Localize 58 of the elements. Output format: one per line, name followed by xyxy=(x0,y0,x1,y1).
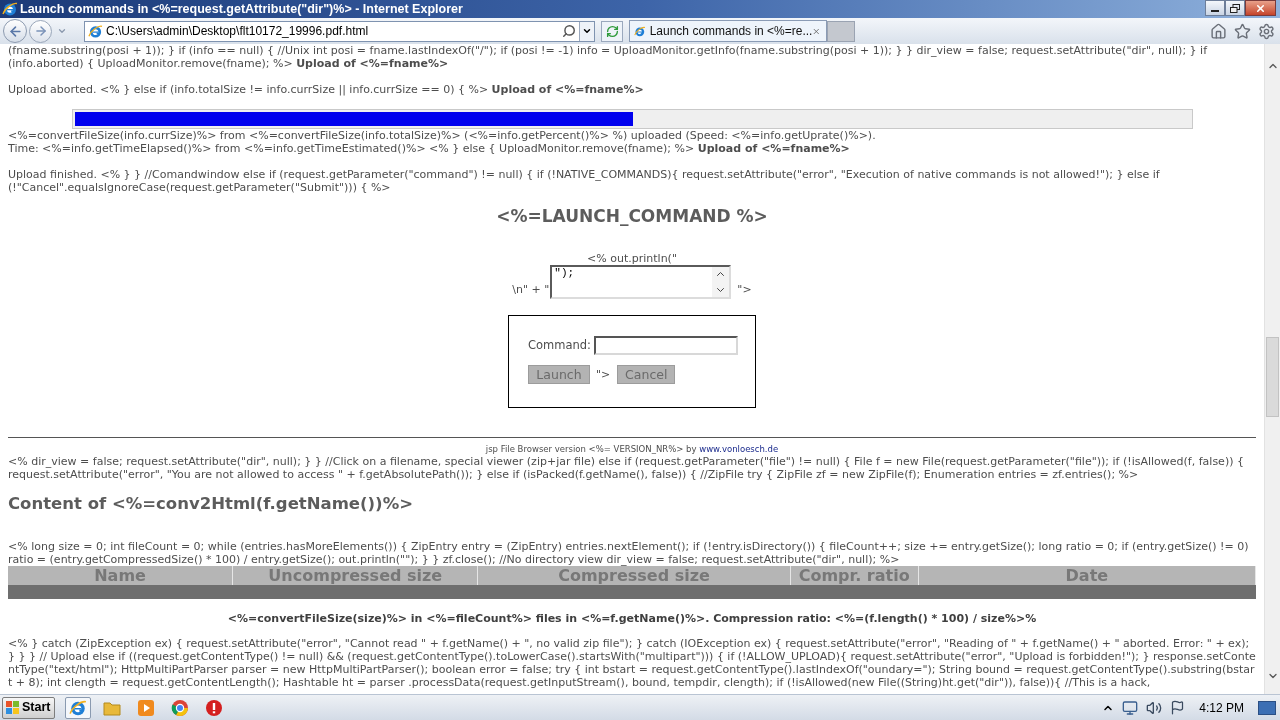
prompt-caption: <% out.println(" xyxy=(587,252,677,265)
forward-arrow-icon xyxy=(33,24,48,38)
address-dropdown-button[interactable] xyxy=(579,21,594,41)
history-caret-icon[interactable] xyxy=(57,26,67,36)
refresh-button[interactable] xyxy=(601,20,623,42)
close-button[interactable] xyxy=(1245,0,1276,16)
command-label: Command: xyxy=(528,339,591,352)
home-icon[interactable] xyxy=(1210,22,1227,40)
folder-icon xyxy=(103,699,121,716)
e-logo-icon xyxy=(2,1,18,17)
forward-button[interactable] xyxy=(29,19,52,43)
code-paragraph: Upload finished. <% } } //Comandwindow else if (request.getParameter("command") != null) { if (!NATIVE_COMMANDS){ request.setAttribute("error", "Execution of native commands is not allowed!"); } else if (!"Cancel".equalsIgnoreCase(request.getParameter("Submit"))) { %> xyxy=(8,168,1161,194)
settings-icon[interactable] xyxy=(1258,22,1275,40)
footer-link[interactable]: www.vonloesch.de xyxy=(699,444,779,454)
prompt-suffix: "> xyxy=(737,283,752,296)
form-separator-text: "> xyxy=(596,368,611,381)
page-e-icon xyxy=(88,23,103,39)
speaker-icon[interactable] xyxy=(1146,699,1163,716)
minimize-button[interactable] xyxy=(1205,0,1225,16)
vertical-scrollbar[interactable] xyxy=(1264,44,1280,694)
show-desktop-button[interactable] xyxy=(1258,700,1276,715)
command-input-field[interactable] xyxy=(594,336,738,355)
code-paragraph: <% long size = 0; int fileCount = 0; while (entries.hasMoreElements()) { ZipEntry entry = (ZipEntry) entries.nextElement(); if (!entry.isDirectory()) { fileCount++; size += entry.getSize(); long ratio = 0; if (entry.getSize() != 0) ratio = (entry.getCompressedSize() * 100) / entry.getSize(); out.println(""); } } zf.close(); //No directory view dir_view = false; request.setAttribute("dir", null); %> xyxy=(8,540,1250,566)
content-heading: Content of <%=conv2Html(f.getName())%> xyxy=(8,493,414,515)
code-paragraph: (fname.substring(posi + 1)); } if (info == null) { //Unix int posi = fname.lastIndexOf("/"); if (posi != -1) info = UploadMonitor.getInfo(fname.substring(posi + 1)); } } dir_view = false; request.setAttribute("dir", null); } if (info.aborted) { UploadMonitor.remove(fname); %> Upload of <%=fname%> xyxy=(8,44,1209,70)
back-button[interactable] xyxy=(3,19,27,43)
command-text-area[interactable]: "); xyxy=(550,265,732,299)
code-paragraph: <% } catch (ZipException ex) { request.setAttribute("error", "Cannot read " + f.getName() + ", no valid zip file"); } catch (IOException ex) { request.setAttribute("error", "Reading of " + f.getName() + " aborted. Error: " + ex); } } } // Upload else if ((request.getContentType() != null) && (request.getContentType().toLowerCase().startsWith("multipart"))) { if (!ALLOW_UPLOAD){ request.setAttribute("error", "Upload is forbidden!"); } response.setContentType("text/html"); HttpMultiPartParser parser = new HttpMultiPartParser(); boolean error = false; try { int bstart = request.getContentType().lastIndexOf("oundary="); String bound = request.getContentType().substring(bstart + 8); int clength = request.getContentLength(); Hashtable ht = parser .processData(request.getInputStream(), bound, tempdir, clength); if (!isAllowed(new File((String)ht.get("dir")), false)){ //This is a hack, xyxy=(8,637,1256,689)
refresh-icon xyxy=(605,24,619,38)
taskbar-app-button[interactable] xyxy=(65,696,91,719)
summary-text: <%=convertFileSize(size)%> in <%=fileCount%> files in <%=f.getName()%>. Compression ratio: <%=(f.length() * 100) / size%>% xyxy=(226,612,1038,625)
monitor-icon[interactable] xyxy=(1122,699,1139,716)
close-icon xyxy=(1255,2,1266,14)
minimize-icon xyxy=(1211,10,1219,12)
clock-time[interactable]: 4:12 PM xyxy=(1199,698,1244,717)
exclamation-circle-icon xyxy=(205,698,223,717)
flag-icon[interactable] xyxy=(1170,700,1186,715)
address-field[interactable]: C:\Users\admin\Desktop\flt10172_19996.pdf.html xyxy=(84,20,595,42)
code-paragraph: Upload aborted. <% } else if (info.totalSize != info.currSize || info.currSize == 0) { %> Upload of <%=fname%> xyxy=(8,83,645,96)
code-paragraph: Time: <%=info.getTimeElapsed()%> from <%=info.getTimeEstimated()%> <% } else { UploadMonitor.remove(fname); %> Upload of <%=fname%> xyxy=(8,142,851,155)
browser-tab[interactable]: Launch commands in <%=re... xyxy=(629,20,827,42)
code-paragraph: <% dir_view = false; request.setAttribute("dir", null); } } //Click on a filename, special viewer (zip+jar file) else if (request.getParameter("file") != null) { File f = new File(request.getParameter("file")); if (!isAllowed(f, false)) { request.setAttribute("error", "You are not allowed to access " + f.getAbsolutePath()); } else if (isPacked(f.getName(), false)) { //ZipFile try { ZipFile zf = new ZipFile(f); Enumeration entries = zf.entries(); %> xyxy=(8,455,1245,481)
restore-icon xyxy=(1230,3,1240,13)
footer-text: jsp File Browser version <%= VERSION_NR%> by www.vonloesch.de xyxy=(484,444,780,455)
scrollbar-thumb[interactable] xyxy=(1266,337,1279,417)
round-browser-icon xyxy=(171,698,189,717)
window-title: Launch commands in <%=request.getAttribute("dir")%> - Internet Explorer xyxy=(20,1,463,17)
search-icon[interactable] xyxy=(562,24,576,38)
code-paragraph: <%=convertFileSize(info.currSize)%> from <%=convertFileSize(info.totalSize)%> (<%=info.getPercent()%> %) uploaded (Speed: <%=info.getUprate()%>). xyxy=(8,129,877,142)
e-logo-icon xyxy=(69,698,87,717)
play-tile-icon xyxy=(137,698,155,717)
favorites-star-icon[interactable] xyxy=(1234,22,1251,40)
prompt-prefix: \n" + " xyxy=(512,283,550,296)
section-heading: <%=LAUNCH_COMMAND %> xyxy=(495,206,769,226)
restore-button[interactable] xyxy=(1225,0,1245,16)
start-logo-icon xyxy=(6,701,19,714)
dropdown-caret-icon xyxy=(582,26,592,36)
start-button[interactable]: Start xyxy=(2,696,55,719)
